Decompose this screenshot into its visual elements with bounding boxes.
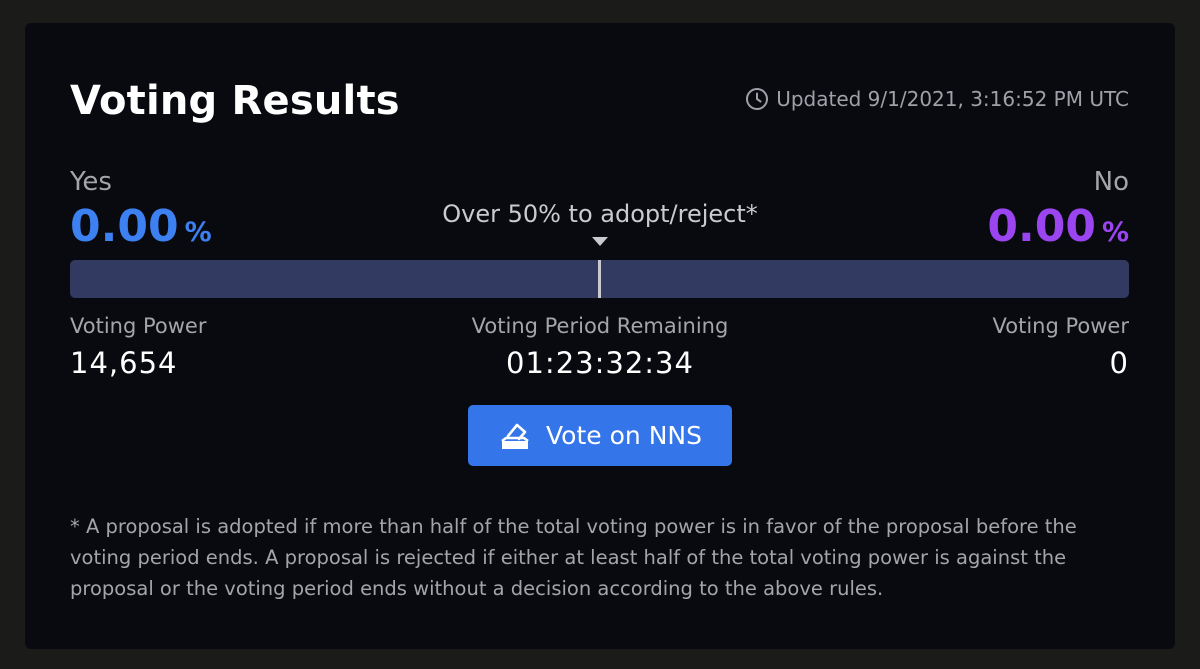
voting-period-value: 01:23:32:34 [506,346,694,380]
vote-on-nns-button[interactable]: Vote on NNS [468,405,732,466]
yes-label: Yes [70,167,112,197]
voting-progress-bar [70,260,1129,298]
footnote-text: * A proposal is adopted if more than hal… [70,515,1077,600]
vote-button-label: Vote on NNS [546,421,702,450]
card-title: Voting Results [70,78,400,124]
clock-icon [745,87,769,111]
no-voting-power-value: 0 [1109,346,1129,380]
voting-results-card: Voting Results Updated 9/1/2021, 3:16:52… [25,23,1175,649]
threshold-line [598,260,601,298]
no-label: No [1093,167,1129,197]
updated-timestamp: Updated 9/1/2021, 3:16:52 PM UTC [745,87,1129,111]
updated-text: Updated 9/1/2021, 3:16:52 PM UTC [776,87,1129,111]
threshold-marker-icon [592,237,608,246]
threshold-label: Over 50% to adopt/reject* [442,200,758,228]
ballot-box-icon [498,419,532,453]
no-voting-power-label: Voting Power [992,314,1129,338]
